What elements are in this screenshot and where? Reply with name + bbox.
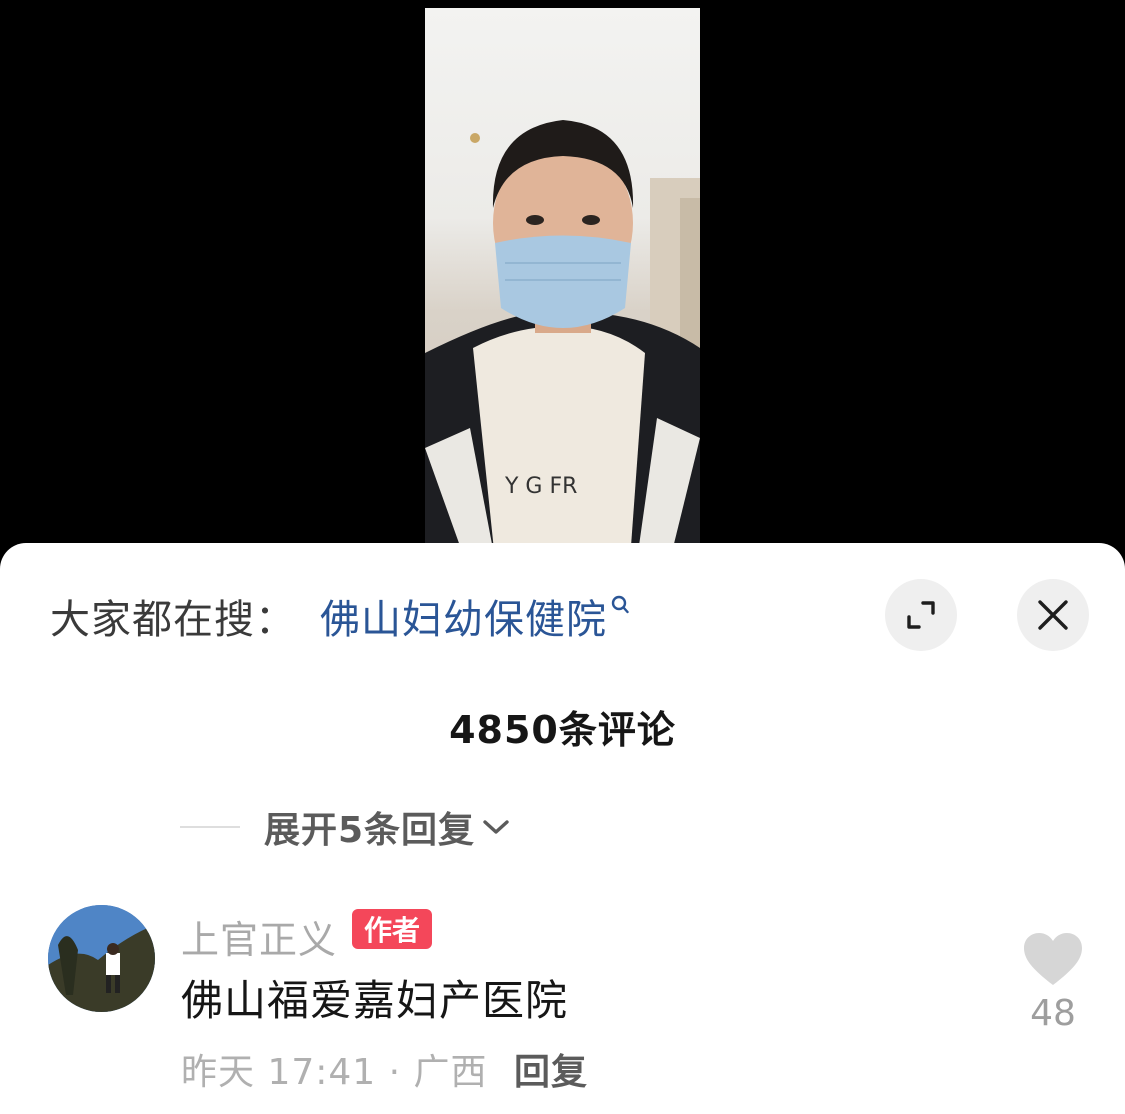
comment-text: 佛山福爱嘉妇产医院: [181, 976, 569, 1025]
like-count: 48: [1030, 993, 1076, 1034]
video-player[interactable]: Y G FR: [0, 0, 1125, 560]
comment-count: 4850条评论: [449, 708, 676, 752]
comment-meta: 昨天 17:41 · 广西: [181, 1052, 488, 1093]
author-badge: 作者: [352, 909, 433, 949]
divider-line: [180, 826, 240, 828]
chevron-down-icon: [483, 820, 509, 834]
expand-arrows-icon: [907, 601, 935, 629]
comment-sheet: 大家都在搜： 佛山妇幼保健院 4850条评论 展开5条回复 上官正义 作者 佛山…: [0, 543, 1125, 1114]
search-suggestion[interactable]: 大家都在搜： 佛山妇幼保健院: [50, 591, 629, 643]
close-button[interactable]: [1017, 579, 1089, 651]
search-icon[interactable]: [611, 595, 629, 615]
like-button[interactable]: [1022, 931, 1084, 991]
video-frame[interactable]: Y G FR: [425, 8, 700, 560]
search-suggestion-prefix: 大家都在搜：: [50, 597, 296, 643]
avatar[interactable]: [48, 905, 155, 1012]
comment-author[interactable]: 上官正义: [181, 909, 337, 964]
search-suggestion-keyword[interactable]: 佛山妇幼保健院: [320, 587, 607, 645]
close-icon: [1038, 600, 1068, 630]
heart-icon: [1024, 933, 1082, 985]
expand-replies-label: 展开5条回复: [264, 810, 476, 851]
reply-button[interactable]: 回复: [514, 1043, 588, 1095]
video-content-illustration: Y G FR: [425, 120, 700, 560]
svg-text:Y G FR: Y G FR: [504, 474, 577, 499]
expand-button[interactable]: [885, 579, 957, 651]
avatar-image: [48, 905, 155, 1012]
expand-replies-button[interactable]: 展开5条回复: [180, 805, 511, 851]
